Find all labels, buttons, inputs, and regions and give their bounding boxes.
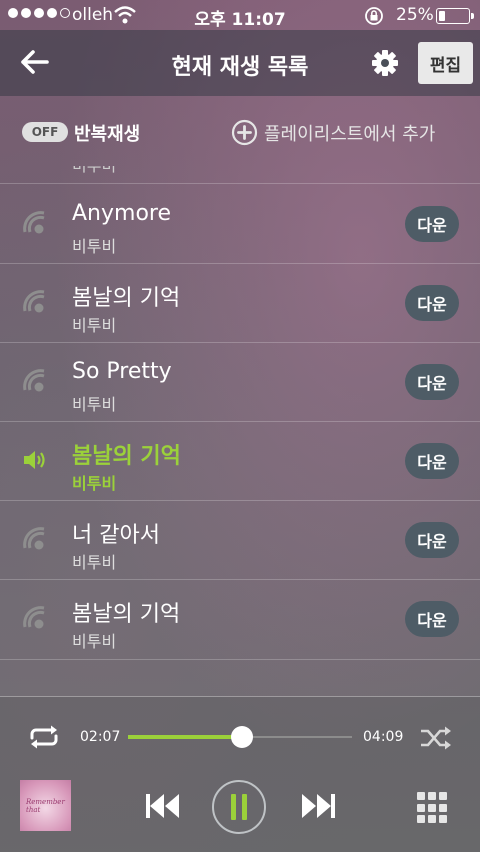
options-row: OFF 반복재생 플레이리스트에서 추가 <box>0 96 480 166</box>
playlist-row[interactable]: Anymore 비투비 다운 <box>0 184 480 263</box>
song-title: 봄날의 기억 <box>72 444 181 469</box>
page-title: 현재 재생 목록 <box>171 55 309 80</box>
playlist[interactable]: 비투비 Anymore 비투비 다운 봄날의 기억 비투비 다운 So Pret… <box>0 166 480 696</box>
sound-icon <box>23 369 45 392</box>
song-artist: 비투비 <box>72 553 117 572</box>
repeat-toggle[interactable]: OFF <box>22 122 68 142</box>
song-title: Anymore <box>72 201 171 226</box>
rotation-lock-icon <box>365 7 383 25</box>
song-artist: 비투비 <box>72 474 117 493</box>
shuffle-icon[interactable] <box>418 724 454 752</box>
next-icon[interactable] <box>300 790 336 822</box>
song-artist: 비투비 <box>72 237 117 256</box>
download-button[interactable]: 다운 <box>405 443 459 479</box>
playlist-row[interactable]: 봄날의 기억 비투비 다운 <box>0 579 480 658</box>
song-artist: 비투비 <box>72 316 117 335</box>
status-bar: olleh 오후 11:07 25% <box>0 0 480 30</box>
playlist-row[interactable]: So Pretty 비투비 다운 <box>0 342 480 421</box>
add-circle-icon[interactable] <box>231 119 258 146</box>
sound-icon <box>23 606 45 629</box>
download-button[interactable]: 다운 <box>405 285 459 321</box>
download-button[interactable]: 다운 <box>405 364 459 400</box>
playlist-row[interactable]: 너 같아서 비투비 다운 <box>0 500 480 579</box>
divider <box>0 696 480 697</box>
progress-fill <box>128 735 242 739</box>
song-title: 봄날의 기억 <box>72 286 181 311</box>
download-button[interactable]: 다운 <box>405 522 459 558</box>
album-art[interactable]: Remember that <box>20 780 71 831</box>
sound-icon <box>23 211 45 234</box>
download-button[interactable]: 다운 <box>405 206 459 242</box>
download-button[interactable]: 다운 <box>405 601 459 637</box>
song-artist: 비투비 <box>72 632 117 651</box>
repeat-label[interactable]: 반복재생 <box>74 120 140 146</box>
playlist-row[interactable]: 봄날의 기억 비투비 다운 <box>0 263 480 342</box>
header: 현재 재생 목록 편집 <box>0 30 480 96</box>
divider <box>0 659 480 660</box>
progress-knob[interactable] <box>230 726 253 748</box>
total-time: 04:09 <box>363 729 404 745</box>
edit-button[interactable]: 편집 <box>418 42 473 84</box>
pause-icon <box>231 794 236 820</box>
song-title: So Pretty <box>72 359 172 384</box>
partial-row-artist: 비투비 <box>72 166 116 176</box>
sound-icon <box>23 527 45 550</box>
progress-slider[interactable] <box>128 726 352 748</box>
repeat-icon[interactable] <box>26 724 62 750</box>
playlist-row-playing[interactable]: 봄날의 기억 비투비 다운 <box>0 421 480 500</box>
gear-icon[interactable] <box>366 44 404 82</box>
elapsed-time: 02:07 <box>80 729 121 745</box>
song-title: 봄날의 기억 <box>72 602 181 627</box>
previous-icon[interactable] <box>145 790 181 822</box>
battery-icon <box>436 8 474 24</box>
speaker-icon <box>24 451 45 469</box>
song-artist: 비투비 <box>72 395 117 414</box>
sound-icon <box>23 290 45 313</box>
song-title: 너 같아서 <box>72 523 160 548</box>
battery-percent: 25% <box>396 5 434 25</box>
album-art-text: Remember that <box>26 798 65 814</box>
pause-button[interactable] <box>212 780 266 834</box>
add-from-playlist-button[interactable]: 플레이리스트에서 추가 <box>264 120 435 146</box>
grid-icon[interactable] <box>417 792 449 824</box>
